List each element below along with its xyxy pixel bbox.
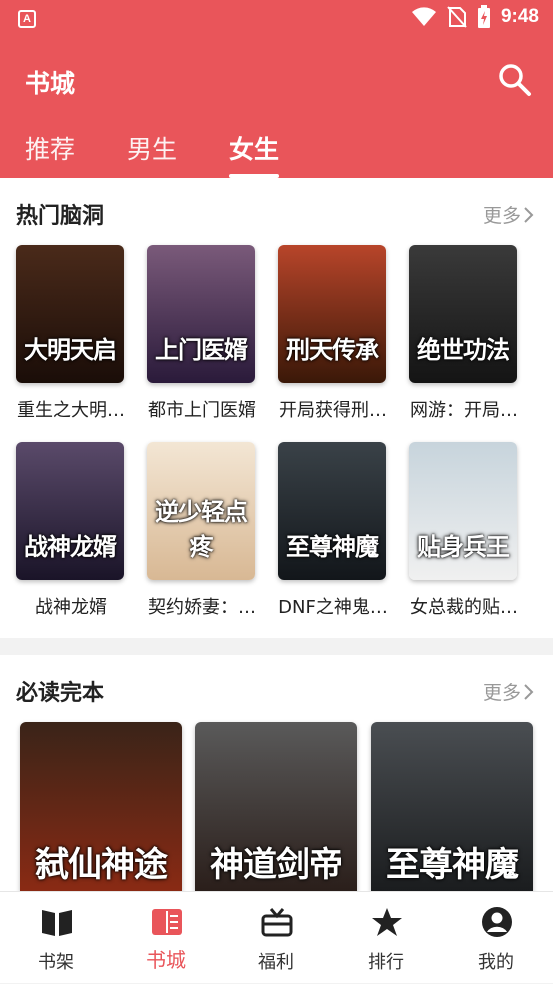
category-tabs: 推荐 男生 女生 [0,130,553,178]
clock: 9:48 [500,6,539,27]
search-icon[interactable] [497,62,533,98]
wifi-icon [411,7,436,27]
nav-label: 书架 [38,952,74,973]
nav-bookshelf[interactable]: 书架 [1,892,111,984]
book-title[interactable]: 契约娇妻：… [137,593,267,619]
nav-label: 书城 [146,948,186,972]
gift-icon [261,908,293,937]
tab-female[interactable]: 女生 [229,130,280,178]
chevron-right-icon [524,206,534,223]
chevron-right-icon [524,683,534,700]
section-header: 热门脑洞 更多 [0,178,553,244]
cover-title: 绝世功法 [417,336,510,364]
bookstore-icon [152,909,182,935]
book-cover[interactable]: 上门医婿 [147,245,255,383]
nav-label: 福利 [258,952,294,973]
cover-title: 贴身兵王 [417,533,510,561]
nav-profile[interactable]: 我的 [441,892,551,984]
cover-title: 神道剑帝 [210,845,343,885]
more-link[interactable]: 更多 [483,678,535,705]
book-title[interactable]: 网游：开局… [399,396,529,422]
book-cover[interactable]: 弑仙神途 [20,722,182,892]
book-title[interactable]: 战神龙婿 [6,593,136,619]
bottom-nav: 书架 书城 福利 排行 我的 [0,891,553,983]
page-title: 书城 [25,69,76,98]
more-link[interactable]: 更多 [483,201,535,228]
bookshelf-icon [42,910,72,936]
nav-ranking[interactable]: 排行 [331,892,441,984]
section-hot: 热门脑洞 更多 大明天启重生之大明… 上门医婿都市上门医婿 刑天传承开局获得刑… 绝世… [0,178,553,638]
book-cover[interactable]: 战神龙婿 [16,442,124,580]
section-title: 必读完本 [16,681,105,706]
book-cover[interactable]: 逆少轻点疼 [147,442,255,580]
book-cover[interactable]: 贴身兵王 [409,442,517,580]
nav-welfare[interactable]: 福利 [221,892,331,984]
nav-label: 排行 [368,952,404,973]
status-bar: A 9:48 [0,0,553,38]
book-cover[interactable]: 大明天启 [16,245,124,383]
battery-charging-icon [477,5,490,28]
cover-title: 至尊神魔 [286,533,379,561]
cover-title: 大明天启 [24,336,117,364]
cover-title: 逆少轻点疼 [155,498,248,561]
book-title[interactable]: 女总裁的贴… [399,593,529,619]
book-title[interactable]: DNF之神鬼… [268,593,398,619]
book-title[interactable]: 都市上门医婿 [137,396,267,422]
rank-star-icon [372,908,402,936]
cover-title: 至尊神魔 [386,845,519,885]
section-title: 热门脑洞 [16,204,105,229]
cover-title: 战神龙婿 [24,533,117,561]
cover-title: 弑仙神途 [35,845,168,885]
no-sim-icon [447,6,467,28]
book-cover[interactable]: 至尊神魔 [371,722,533,892]
app-header: 书城 推荐 男生 女生 [0,38,553,178]
book-cover[interactable]: 刑天传承 [278,245,386,383]
tab-male[interactable]: 男生 [127,130,177,166]
book-cover[interactable]: 至尊神魔 [278,442,386,580]
nav-bookstore[interactable]: 书城 [111,892,221,984]
book-cover[interactable]: 神道剑帝 [195,722,357,892]
cover-title: 上门医婿 [155,336,248,364]
section-header: 必读完本 更多 [0,655,553,721]
cover-title: 刑天传承 [286,336,379,364]
book-cover[interactable]: 绝世功法 [409,245,517,383]
profile-icon [482,907,512,937]
book-title[interactable]: 重生之大明… [6,396,136,422]
app-notification-icon: A [18,10,36,28]
book-title[interactable]: 开局获得刑… [268,396,398,422]
tab-recommend[interactable]: 推荐 [25,130,75,166]
nav-label: 我的 [478,952,514,973]
